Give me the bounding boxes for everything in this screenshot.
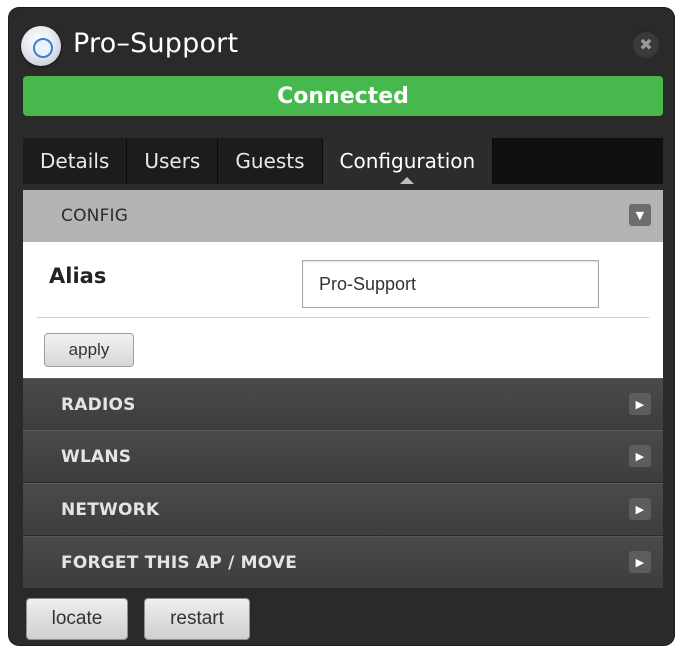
access-point-icon	[21, 26, 61, 66]
status-badge: Connected	[23, 76, 663, 116]
divider	[37, 317, 649, 318]
close-icon[interactable]: ✖	[632, 30, 660, 58]
tab-guests[interactable]: Guests	[218, 138, 323, 184]
alias-label: Alias	[49, 264, 107, 288]
section-radios-header[interactable]: RADIOS ▶	[23, 378, 663, 430]
section-forget-move-label: FORGET THIS AP / MOVE	[61, 552, 298, 573]
restart-button[interactable]: restart	[144, 598, 250, 640]
triangle-down-icon[interactable]: ▼	[629, 204, 651, 226]
section-forget-move-header[interactable]: FORGET THIS AP / MOVE ▶	[23, 536, 663, 588]
config-form: Alias apply	[23, 242, 663, 378]
apply-button[interactable]: apply	[44, 333, 134, 367]
triangle-right-icon[interactable]: ▶	[629, 498, 651, 520]
section-network-label: NETWORK	[61, 499, 160, 520]
tab-configuration[interactable]: Configuration	[322, 138, 494, 184]
device-title: Pro–Support	[73, 28, 239, 59]
section-network-header[interactable]: NETWORK ▶	[23, 483, 663, 535]
locate-button[interactable]: locate	[26, 598, 128, 640]
triangle-right-icon[interactable]: ▶	[629, 393, 651, 415]
triangle-right-icon[interactable]: ▶	[629, 551, 651, 573]
panel-header: Pro–Support ✖	[9, 8, 674, 76]
section-config-label: CONFIG	[61, 206, 129, 226]
section-wlans-header[interactable]: WLANS ▶	[23, 430, 663, 482]
tab-details[interactable]: Details	[23, 138, 128, 184]
section-radios-label: RADIOS	[61, 394, 136, 415]
tab-bar: Details Users Guests Configuration	[23, 138, 663, 184]
section-config-header[interactable]: CONFIG ▼	[23, 190, 663, 242]
device-panel: Pro–Support ✖ Connected Details Users Gu…	[9, 8, 674, 645]
triangle-right-icon[interactable]: ▶	[629, 445, 651, 467]
alias-input[interactable]	[302, 260, 599, 308]
tab-users[interactable]: Users	[127, 138, 219, 184]
section-wlans-label: WLANS	[61, 446, 132, 467]
